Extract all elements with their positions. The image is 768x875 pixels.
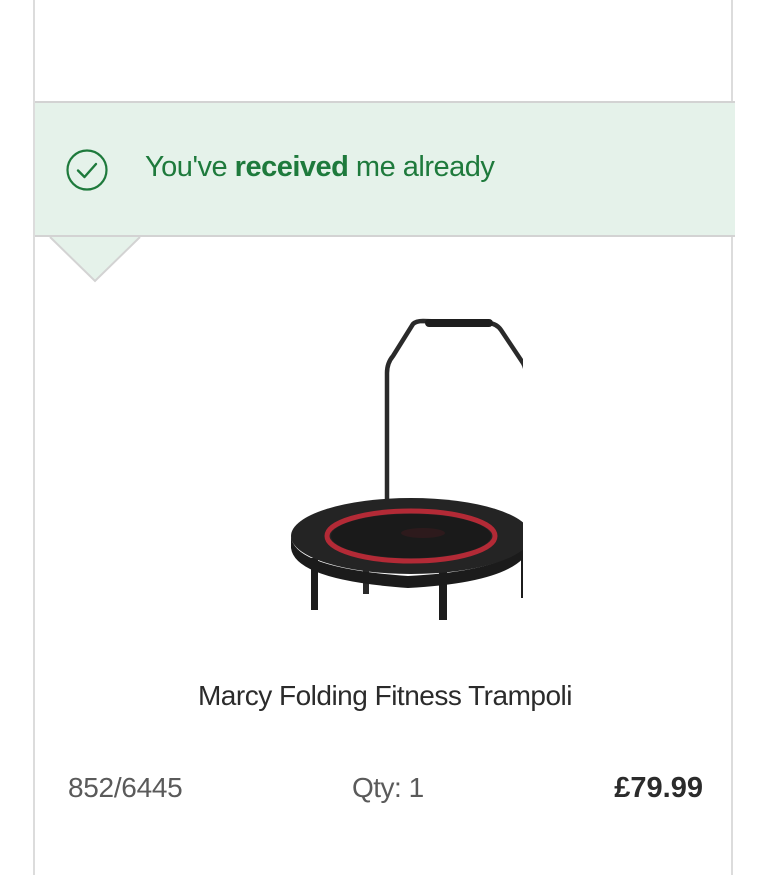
delivery-status-banner: You've received me already xyxy=(35,101,735,237)
status-emphasis: received xyxy=(234,151,349,183)
status-prefix: You've xyxy=(145,151,235,183)
status-message: You've received me already xyxy=(145,151,495,184)
product-sku: 852/6445 xyxy=(68,772,183,803)
trampoline-image xyxy=(291,318,523,620)
check-circle-icon xyxy=(66,149,108,191)
status-suffix: me already xyxy=(348,151,495,183)
product-name[interactable]: Marcy Folding Fitness Trampoli xyxy=(35,680,735,712)
product-quantity: Qty: 1 xyxy=(352,772,424,803)
product-meta-row: 852/6445 Qty: 1 £79.99 xyxy=(35,772,735,812)
order-item-card: You've received me already Marcy Folding… xyxy=(33,0,735,875)
product-price: £79.99 xyxy=(614,772,703,804)
